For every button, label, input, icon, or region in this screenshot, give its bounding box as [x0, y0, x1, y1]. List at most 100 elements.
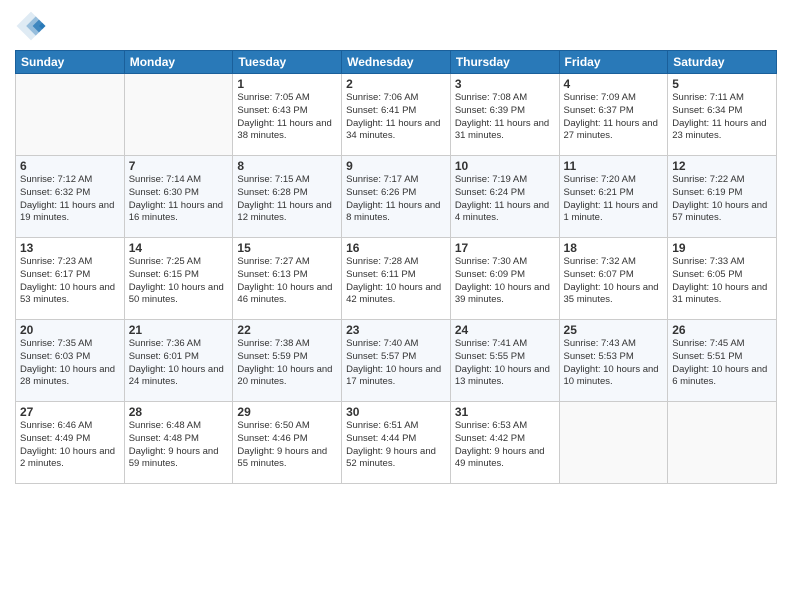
day-content: Sunrise: 7:22 AM Sunset: 6:19 PM Dayligh…: [672, 174, 772, 225]
page: SundayMondayTuesdayWednesdayThursdayFrid…: [0, 0, 792, 612]
calendar-cell: 29Sunrise: 6:50 AM Sunset: 4:46 PM Dayli…: [233, 402, 342, 484]
calendar-header-row: SundayMondayTuesdayWednesdayThursdayFrid…: [16, 51, 777, 74]
day-header-wednesday: Wednesday: [342, 51, 451, 74]
day-number: 9: [346, 159, 446, 173]
day-content: Sunrise: 7:09 AM Sunset: 6:37 PM Dayligh…: [564, 92, 664, 143]
calendar-cell: 3Sunrise: 7:08 AM Sunset: 6:39 PM Daylig…: [450, 74, 559, 156]
calendar-cell: 13Sunrise: 7:23 AM Sunset: 6:17 PM Dayli…: [16, 238, 125, 320]
day-content: Sunrise: 7:25 AM Sunset: 6:15 PM Dayligh…: [129, 256, 229, 307]
day-number: 1: [237, 77, 337, 91]
calendar-cell: 9Sunrise: 7:17 AM Sunset: 6:26 PM Daylig…: [342, 156, 451, 238]
day-number: 6: [20, 159, 120, 173]
day-number: 11: [564, 159, 664, 173]
day-number: 26: [672, 323, 772, 337]
day-number: 3: [455, 77, 555, 91]
calendar-cell: 16Sunrise: 7:28 AM Sunset: 6:11 PM Dayli…: [342, 238, 451, 320]
day-content: Sunrise: 7:20 AM Sunset: 6:21 PM Dayligh…: [564, 174, 664, 225]
calendar-cell: [16, 74, 125, 156]
calendar-cell: 26Sunrise: 7:45 AM Sunset: 5:51 PM Dayli…: [668, 320, 777, 402]
day-number: 8: [237, 159, 337, 173]
day-header-friday: Friday: [559, 51, 668, 74]
calendar-cell: 19Sunrise: 7:33 AM Sunset: 6:05 PM Dayli…: [668, 238, 777, 320]
calendar-cell: 17Sunrise: 7:30 AM Sunset: 6:09 PM Dayli…: [450, 238, 559, 320]
calendar-cell: 15Sunrise: 7:27 AM Sunset: 6:13 PM Dayli…: [233, 238, 342, 320]
calendar-week-1: 1Sunrise: 7:05 AM Sunset: 6:43 PM Daylig…: [16, 74, 777, 156]
header: [15, 10, 777, 42]
calendar-cell: 27Sunrise: 6:46 AM Sunset: 4:49 PM Dayli…: [16, 402, 125, 484]
day-content: Sunrise: 7:14 AM Sunset: 6:30 PM Dayligh…: [129, 174, 229, 225]
calendar-cell: 22Sunrise: 7:38 AM Sunset: 5:59 PM Dayli…: [233, 320, 342, 402]
calendar-cell: 5Sunrise: 7:11 AM Sunset: 6:34 PM Daylig…: [668, 74, 777, 156]
calendar-cell: [559, 402, 668, 484]
day-number: 17: [455, 241, 555, 255]
day-number: 2: [346, 77, 446, 91]
calendar-cell: 23Sunrise: 7:40 AM Sunset: 5:57 PM Dayli…: [342, 320, 451, 402]
day-number: 10: [455, 159, 555, 173]
day-number: 23: [346, 323, 446, 337]
day-content: Sunrise: 7:38 AM Sunset: 5:59 PM Dayligh…: [237, 338, 337, 389]
day-number: 15: [237, 241, 337, 255]
calendar-cell: 7Sunrise: 7:14 AM Sunset: 6:30 PM Daylig…: [124, 156, 233, 238]
calendar-cell: 31Sunrise: 6:53 AM Sunset: 4:42 PM Dayli…: [450, 402, 559, 484]
day-number: 4: [564, 77, 664, 91]
calendar-cell: 20Sunrise: 7:35 AM Sunset: 6:03 PM Dayli…: [16, 320, 125, 402]
calendar-cell: 2Sunrise: 7:06 AM Sunset: 6:41 PM Daylig…: [342, 74, 451, 156]
day-content: Sunrise: 7:05 AM Sunset: 6:43 PM Dayligh…: [237, 92, 337, 143]
day-content: Sunrise: 7:23 AM Sunset: 6:17 PM Dayligh…: [20, 256, 120, 307]
calendar-cell: 28Sunrise: 6:48 AM Sunset: 4:48 PM Dayli…: [124, 402, 233, 484]
calendar-cell: [668, 402, 777, 484]
day-content: Sunrise: 7:36 AM Sunset: 6:01 PM Dayligh…: [129, 338, 229, 389]
day-content: Sunrise: 7:30 AM Sunset: 6:09 PM Dayligh…: [455, 256, 555, 307]
calendar-cell: 25Sunrise: 7:43 AM Sunset: 5:53 PM Dayli…: [559, 320, 668, 402]
calendar-cell: 8Sunrise: 7:15 AM Sunset: 6:28 PM Daylig…: [233, 156, 342, 238]
day-number: 16: [346, 241, 446, 255]
day-header-tuesday: Tuesday: [233, 51, 342, 74]
day-content: Sunrise: 6:50 AM Sunset: 4:46 PM Dayligh…: [237, 420, 337, 471]
day-number: 25: [564, 323, 664, 337]
day-content: Sunrise: 6:53 AM Sunset: 4:42 PM Dayligh…: [455, 420, 555, 471]
day-content: Sunrise: 7:12 AM Sunset: 6:32 PM Dayligh…: [20, 174, 120, 225]
day-number: 13: [20, 241, 120, 255]
day-number: 7: [129, 159, 229, 173]
day-content: Sunrise: 7:11 AM Sunset: 6:34 PM Dayligh…: [672, 92, 772, 143]
calendar-week-2: 6Sunrise: 7:12 AM Sunset: 6:32 PM Daylig…: [16, 156, 777, 238]
logo: [15, 10, 51, 42]
day-content: Sunrise: 7:43 AM Sunset: 5:53 PM Dayligh…: [564, 338, 664, 389]
day-number: 12: [672, 159, 772, 173]
day-number: 19: [672, 241, 772, 255]
day-content: Sunrise: 7:08 AM Sunset: 6:39 PM Dayligh…: [455, 92, 555, 143]
calendar-cell: 14Sunrise: 7:25 AM Sunset: 6:15 PM Dayli…: [124, 238, 233, 320]
calendar-cell: 18Sunrise: 7:32 AM Sunset: 6:07 PM Dayli…: [559, 238, 668, 320]
day-header-saturday: Saturday: [668, 51, 777, 74]
day-number: 24: [455, 323, 555, 337]
day-number: 21: [129, 323, 229, 337]
calendar-cell: 12Sunrise: 7:22 AM Sunset: 6:19 PM Dayli…: [668, 156, 777, 238]
calendar-cell: [124, 74, 233, 156]
day-number: 22: [237, 323, 337, 337]
day-number: 5: [672, 77, 772, 91]
day-content: Sunrise: 7:41 AM Sunset: 5:55 PM Dayligh…: [455, 338, 555, 389]
day-content: Sunrise: 7:33 AM Sunset: 6:05 PM Dayligh…: [672, 256, 772, 307]
day-header-monday: Monday: [124, 51, 233, 74]
calendar-cell: 10Sunrise: 7:19 AM Sunset: 6:24 PM Dayli…: [450, 156, 559, 238]
day-number: 31: [455, 405, 555, 419]
calendar-cell: 21Sunrise: 7:36 AM Sunset: 6:01 PM Dayli…: [124, 320, 233, 402]
calendar-cell: 30Sunrise: 6:51 AM Sunset: 4:44 PM Dayli…: [342, 402, 451, 484]
day-content: Sunrise: 7:27 AM Sunset: 6:13 PM Dayligh…: [237, 256, 337, 307]
day-content: Sunrise: 7:40 AM Sunset: 5:57 PM Dayligh…: [346, 338, 446, 389]
calendar-table: SundayMondayTuesdayWednesdayThursdayFrid…: [15, 50, 777, 484]
calendar-week-3: 13Sunrise: 7:23 AM Sunset: 6:17 PM Dayli…: [16, 238, 777, 320]
day-content: Sunrise: 7:15 AM Sunset: 6:28 PM Dayligh…: [237, 174, 337, 225]
day-number: 14: [129, 241, 229, 255]
day-number: 30: [346, 405, 446, 419]
day-content: Sunrise: 7:28 AM Sunset: 6:11 PM Dayligh…: [346, 256, 446, 307]
calendar-week-5: 27Sunrise: 6:46 AM Sunset: 4:49 PM Dayli…: [16, 402, 777, 484]
day-number: 20: [20, 323, 120, 337]
day-number: 29: [237, 405, 337, 419]
day-number: 27: [20, 405, 120, 419]
logo-icon: [15, 10, 47, 42]
calendar-week-4: 20Sunrise: 7:35 AM Sunset: 6:03 PM Dayli…: [16, 320, 777, 402]
calendar-cell: 24Sunrise: 7:41 AM Sunset: 5:55 PM Dayli…: [450, 320, 559, 402]
day-content: Sunrise: 7:17 AM Sunset: 6:26 PM Dayligh…: [346, 174, 446, 225]
day-content: Sunrise: 7:19 AM Sunset: 6:24 PM Dayligh…: [455, 174, 555, 225]
